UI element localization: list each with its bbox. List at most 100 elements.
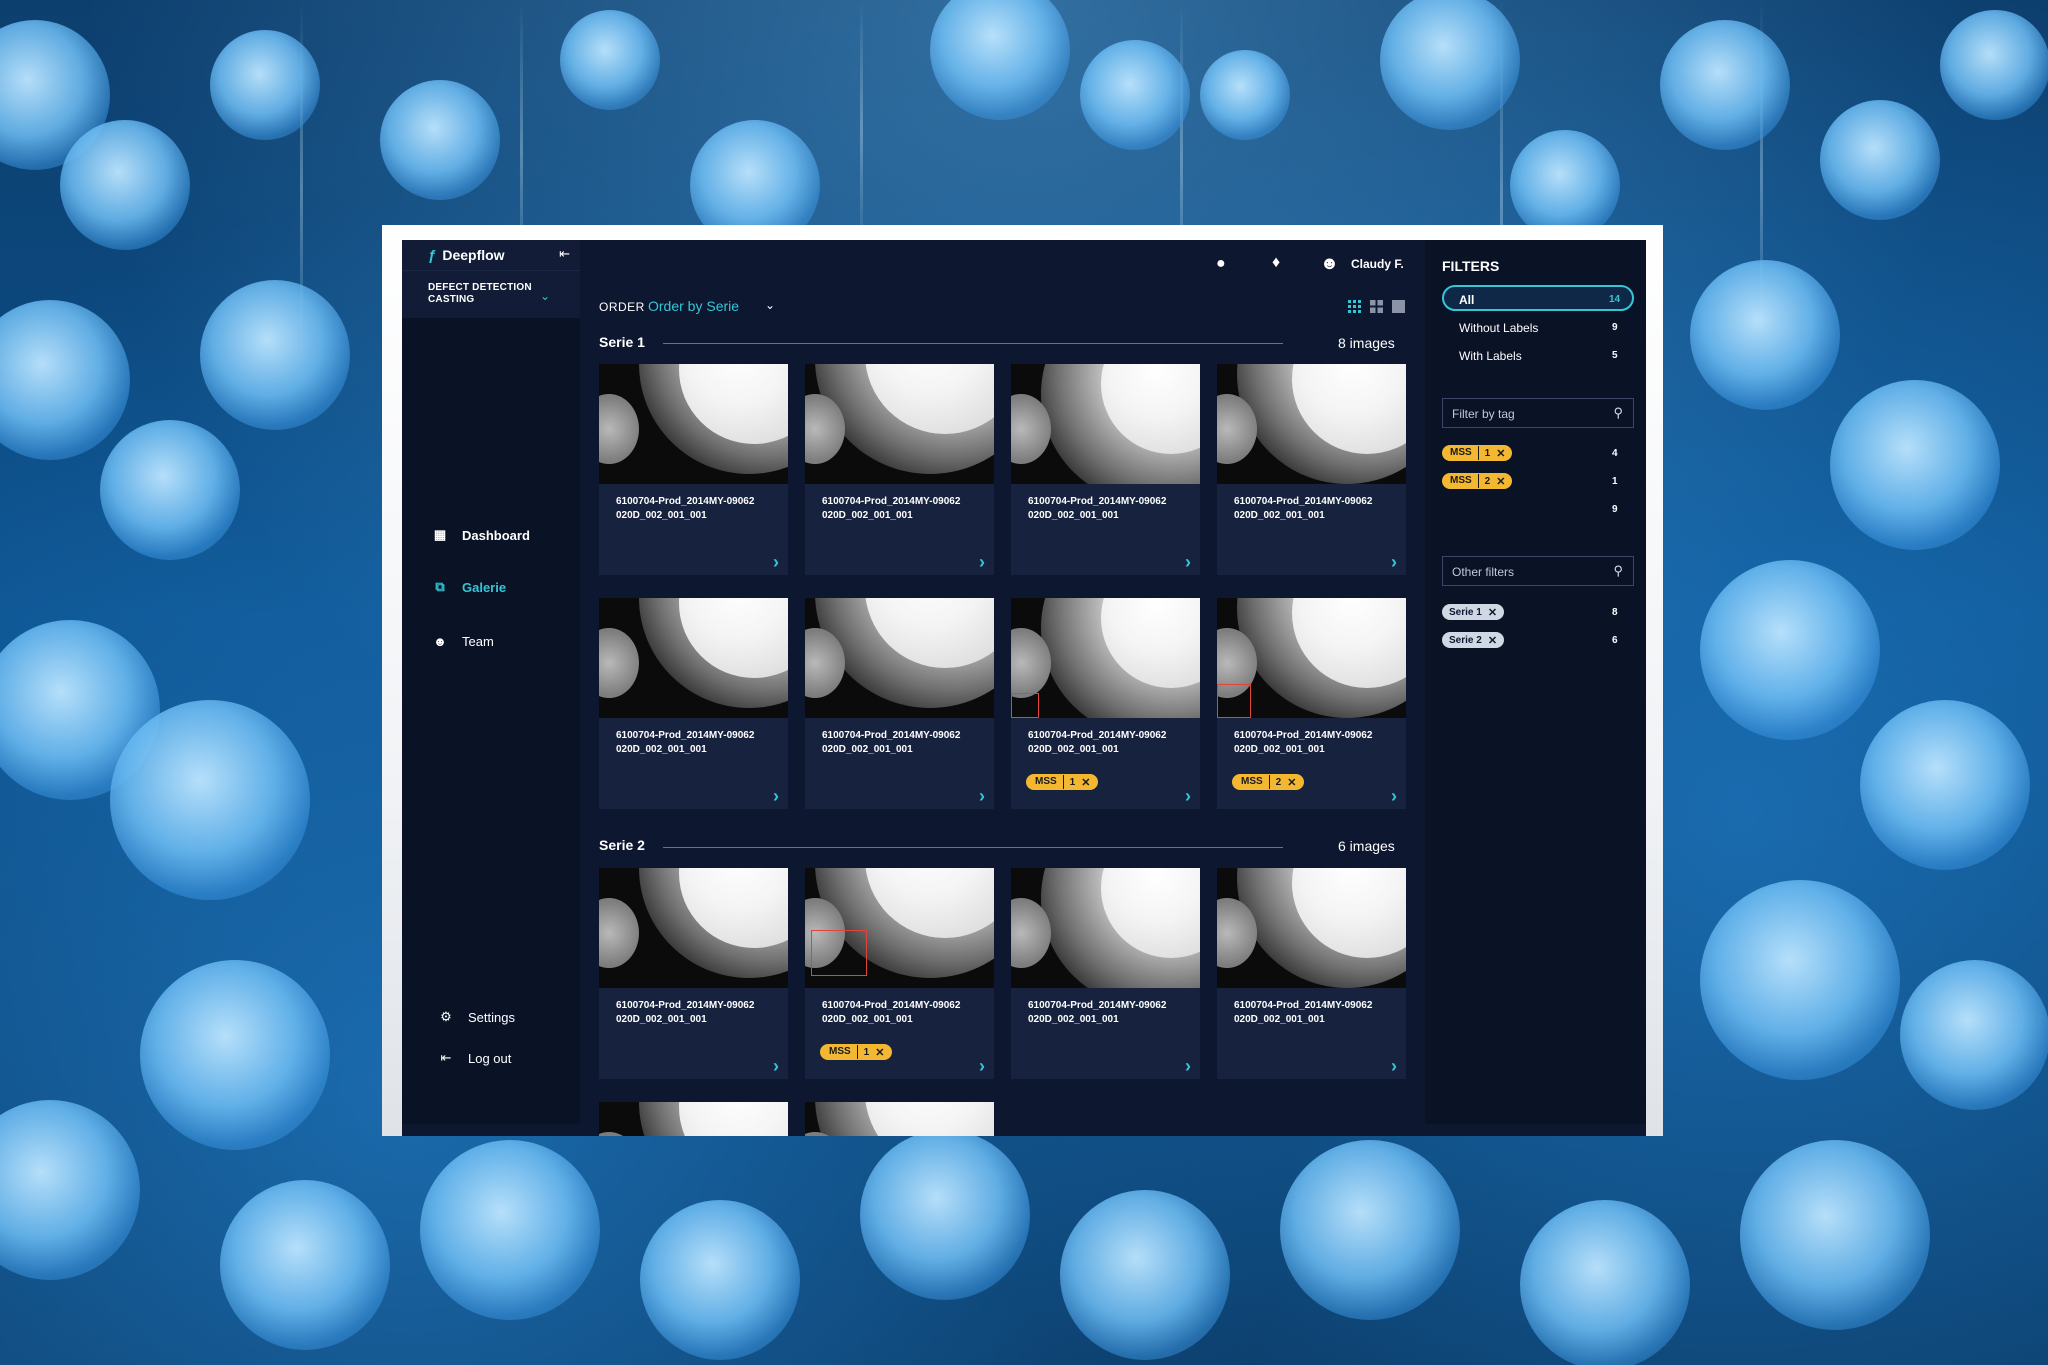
close-icon[interactable]: ✕ (873, 1046, 892, 1059)
image-card[interactable]: 6100704-Prod_2014MY-09062 020D_002_001_0… (1217, 598, 1406, 809)
xray-thumbnail (1011, 868, 1200, 988)
order-select[interactable]: Order by Serie (648, 298, 739, 314)
close-icon[interactable]: ✕ (1494, 475, 1512, 488)
serie-count: 6 (1612, 635, 1618, 646)
serie-chip[interactable]: Serie 2 ✕ (1442, 632, 1505, 648)
image-filename: 6100704-Prod_2014MY-09062 020D_002_001_0… (822, 730, 961, 755)
sidebar-item-team[interactable]: ☻ Team (432, 630, 494, 652)
filter-option-count: 5 (1612, 350, 1618, 361)
image-card[interactable]: 6100704-Prod_2014MY-09062 020D_002_001_0… (599, 598, 788, 809)
image-card[interactable]: 6100704-Prod_2014MY-09062 020D_002_001_0… (1217, 364, 1406, 575)
close-icon[interactable]: ✕ (1285, 776, 1304, 789)
grid-large-view-icon[interactable] (1392, 300, 1405, 313)
main-content: ● ♦ ☻ Claudy F. ORDER Order by Serie ⌄ S… (580, 240, 1425, 1136)
project-selector[interactable]: DEFECT DETECTION CASTING ⌄ (402, 270, 580, 318)
chevron-right-icon[interactable]: › (970, 551, 994, 575)
image-card[interactable]: 6100704-Prod_2014MY-09062 020D_002_001_0… (805, 364, 994, 575)
tag-filter-input[interactable]: Filter by tag ⚲ (1442, 398, 1634, 428)
defect-box (811, 930, 867, 976)
tag-number: 1 (1069, 776, 1076, 788)
image-card[interactable]: 6100704-Prod_2014MY-09062 020D_002_001_0… (1011, 364, 1200, 575)
tag-name: MSS (1232, 775, 1270, 789)
image-card[interactable]: 6100704-Prod_2014MY-09062 020D_002_001_0… (1217, 868, 1406, 1079)
chevron-down-icon[interactable]: ⌄ (765, 298, 775, 312)
bell-icon[interactable]: ♦ (1272, 254, 1280, 272)
tag-name: MSS (1442, 446, 1479, 460)
sidebar-item-settings[interactable]: ⚙ Settings (438, 1006, 515, 1028)
image-filename: 6100704-Prod_2014MY-09062 020D_002_001_0… (616, 730, 755, 755)
user-name[interactable]: Claudy F. (1351, 257, 1404, 271)
image-filename: 6100704-Prod_2014MY-09062 020D_002_001_0… (1234, 496, 1373, 521)
chevron-right-icon[interactable]: › (1176, 785, 1200, 809)
sidebar-item-logout[interactable]: ⇤ Log out (438, 1047, 512, 1069)
chevron-right-icon[interactable]: › (1382, 1055, 1406, 1079)
close-icon[interactable]: ✕ (1488, 606, 1497, 619)
tag-number: 1 (863, 1046, 870, 1058)
filter-with-labels[interactable]: With Labels (1459, 349, 1522, 363)
label-tag[interactable]: MSS 1 ✕ (1026, 774, 1099, 790)
search-icon[interactable]: ● (1216, 255, 1226, 273)
tag-name: MSS (1026, 775, 1064, 789)
image-card[interactable] (805, 1102, 994, 1136)
gear-icon: ⚙ (440, 1009, 452, 1024)
image-filename: 6100704-Prod_2014MY-09062 020D_002_001_0… (1028, 1000, 1167, 1025)
other-filters-placeholder: Other filters (1452, 565, 1515, 579)
chevron-right-icon[interactable]: › (970, 1055, 994, 1079)
chevron-right-icon[interactable]: › (970, 785, 994, 809)
image-card[interactable]: 6100704-Prod_2014MY-09062 020D_002_001_0… (1011, 868, 1200, 1079)
xray-thumbnail (805, 598, 994, 718)
grid-icon: ▦ (433, 527, 447, 542)
serie-chip[interactable]: Serie 1 ✕ (1442, 604, 1505, 620)
user-icon: ☻ (433, 633, 447, 649)
sidebar-item-galerie[interactable]: ⧉ Galerie (432, 576, 506, 598)
xray-thumbnail (805, 1102, 994, 1136)
sidebar-item-label: Dashboard (462, 527, 530, 543)
brand-bar: ƒ Deepflow ⇤ (402, 240, 580, 270)
image-card[interactable]: 6100704-Prod_2014MY-09062 020D_002_001_0… (805, 868, 994, 1079)
chevron-right-icon[interactable]: › (764, 551, 788, 575)
other-filters-input[interactable]: Other filters ⚲ (1442, 556, 1634, 586)
grid-small-view-icon[interactable] (1348, 300, 1361, 313)
tag-number: 2 (1275, 776, 1282, 788)
close-icon[interactable]: ✕ (1488, 634, 1497, 647)
chevron-right-icon[interactable]: › (764, 785, 788, 809)
chevron-right-icon[interactable]: › (1176, 551, 1200, 575)
chevron-right-icon[interactable]: › (764, 1055, 788, 1079)
image-filename: 6100704-Prod_2014MY-09062 020D_002_001_0… (1234, 1000, 1373, 1025)
image-card[interactable]: 6100704-Prod_2014MY-09062 020D_002_001_0… (599, 364, 788, 575)
filter-option-label: All (1459, 293, 1475, 307)
filter-option-count: 9 (1612, 322, 1618, 333)
image-card[interactable]: 6100704-Prod_2014MY-09062 020D_002_001_0… (1011, 598, 1200, 809)
collapse-sidebar-icon[interactable]: ⇤ (559, 246, 570, 262)
serie-chip-label: Serie 2 (1449, 634, 1482, 646)
brand-name: Deepflow (442, 247, 505, 263)
section-divider (663, 343, 1283, 344)
tag-number: 2 (1484, 475, 1491, 487)
image-filename: 6100704-Prod_2014MY-09062 020D_002_001_0… (822, 496, 961, 521)
tag-filter-placeholder: Filter by tag (1452, 407, 1515, 421)
order-label: ORDER (599, 300, 645, 314)
tag-chip[interactable]: MSS 2 ✕ (1442, 473, 1513, 489)
label-tag[interactable]: MSS 1 ✕ (820, 1044, 893, 1060)
tag-chip[interactable]: MSS 1 ✕ (1442, 445, 1513, 461)
deepflow-logo-icon: ƒ (428, 246, 437, 264)
serie-count: 8 (1612, 607, 1618, 618)
image-card[interactable] (599, 1102, 788, 1136)
filter-without-labels[interactable]: Without Labels (1459, 321, 1538, 335)
tag-count: 1 (1612, 476, 1618, 487)
sidebar-item-dashboard[interactable]: ▦ Dashboard (432, 524, 530, 546)
close-icon[interactable]: ✕ (1494, 447, 1512, 460)
grid-medium-view-icon[interactable] (1370, 300, 1383, 313)
close-icon[interactable]: ✕ (1079, 776, 1098, 789)
defect-box (1217, 684, 1251, 718)
image-card[interactable]: 6100704-Prod_2014MY-09062 020D_002_001_0… (599, 868, 788, 1079)
image-card[interactable]: 6100704-Prod_2014MY-09062 020D_002_001_0… (805, 598, 994, 809)
avatar-icon[interactable]: ☻ (1320, 253, 1339, 274)
chevron-right-icon[interactable]: › (1382, 551, 1406, 575)
filter-option-count: 14 (1609, 294, 1621, 305)
xray-thumbnail (599, 364, 788, 484)
label-tag[interactable]: MSS 2 ✕ (1232, 774, 1305, 790)
project-name: DEFECT DETECTION CASTING (428, 282, 532, 305)
chevron-right-icon[interactable]: › (1176, 1055, 1200, 1079)
chevron-right-icon[interactable]: › (1382, 785, 1406, 809)
